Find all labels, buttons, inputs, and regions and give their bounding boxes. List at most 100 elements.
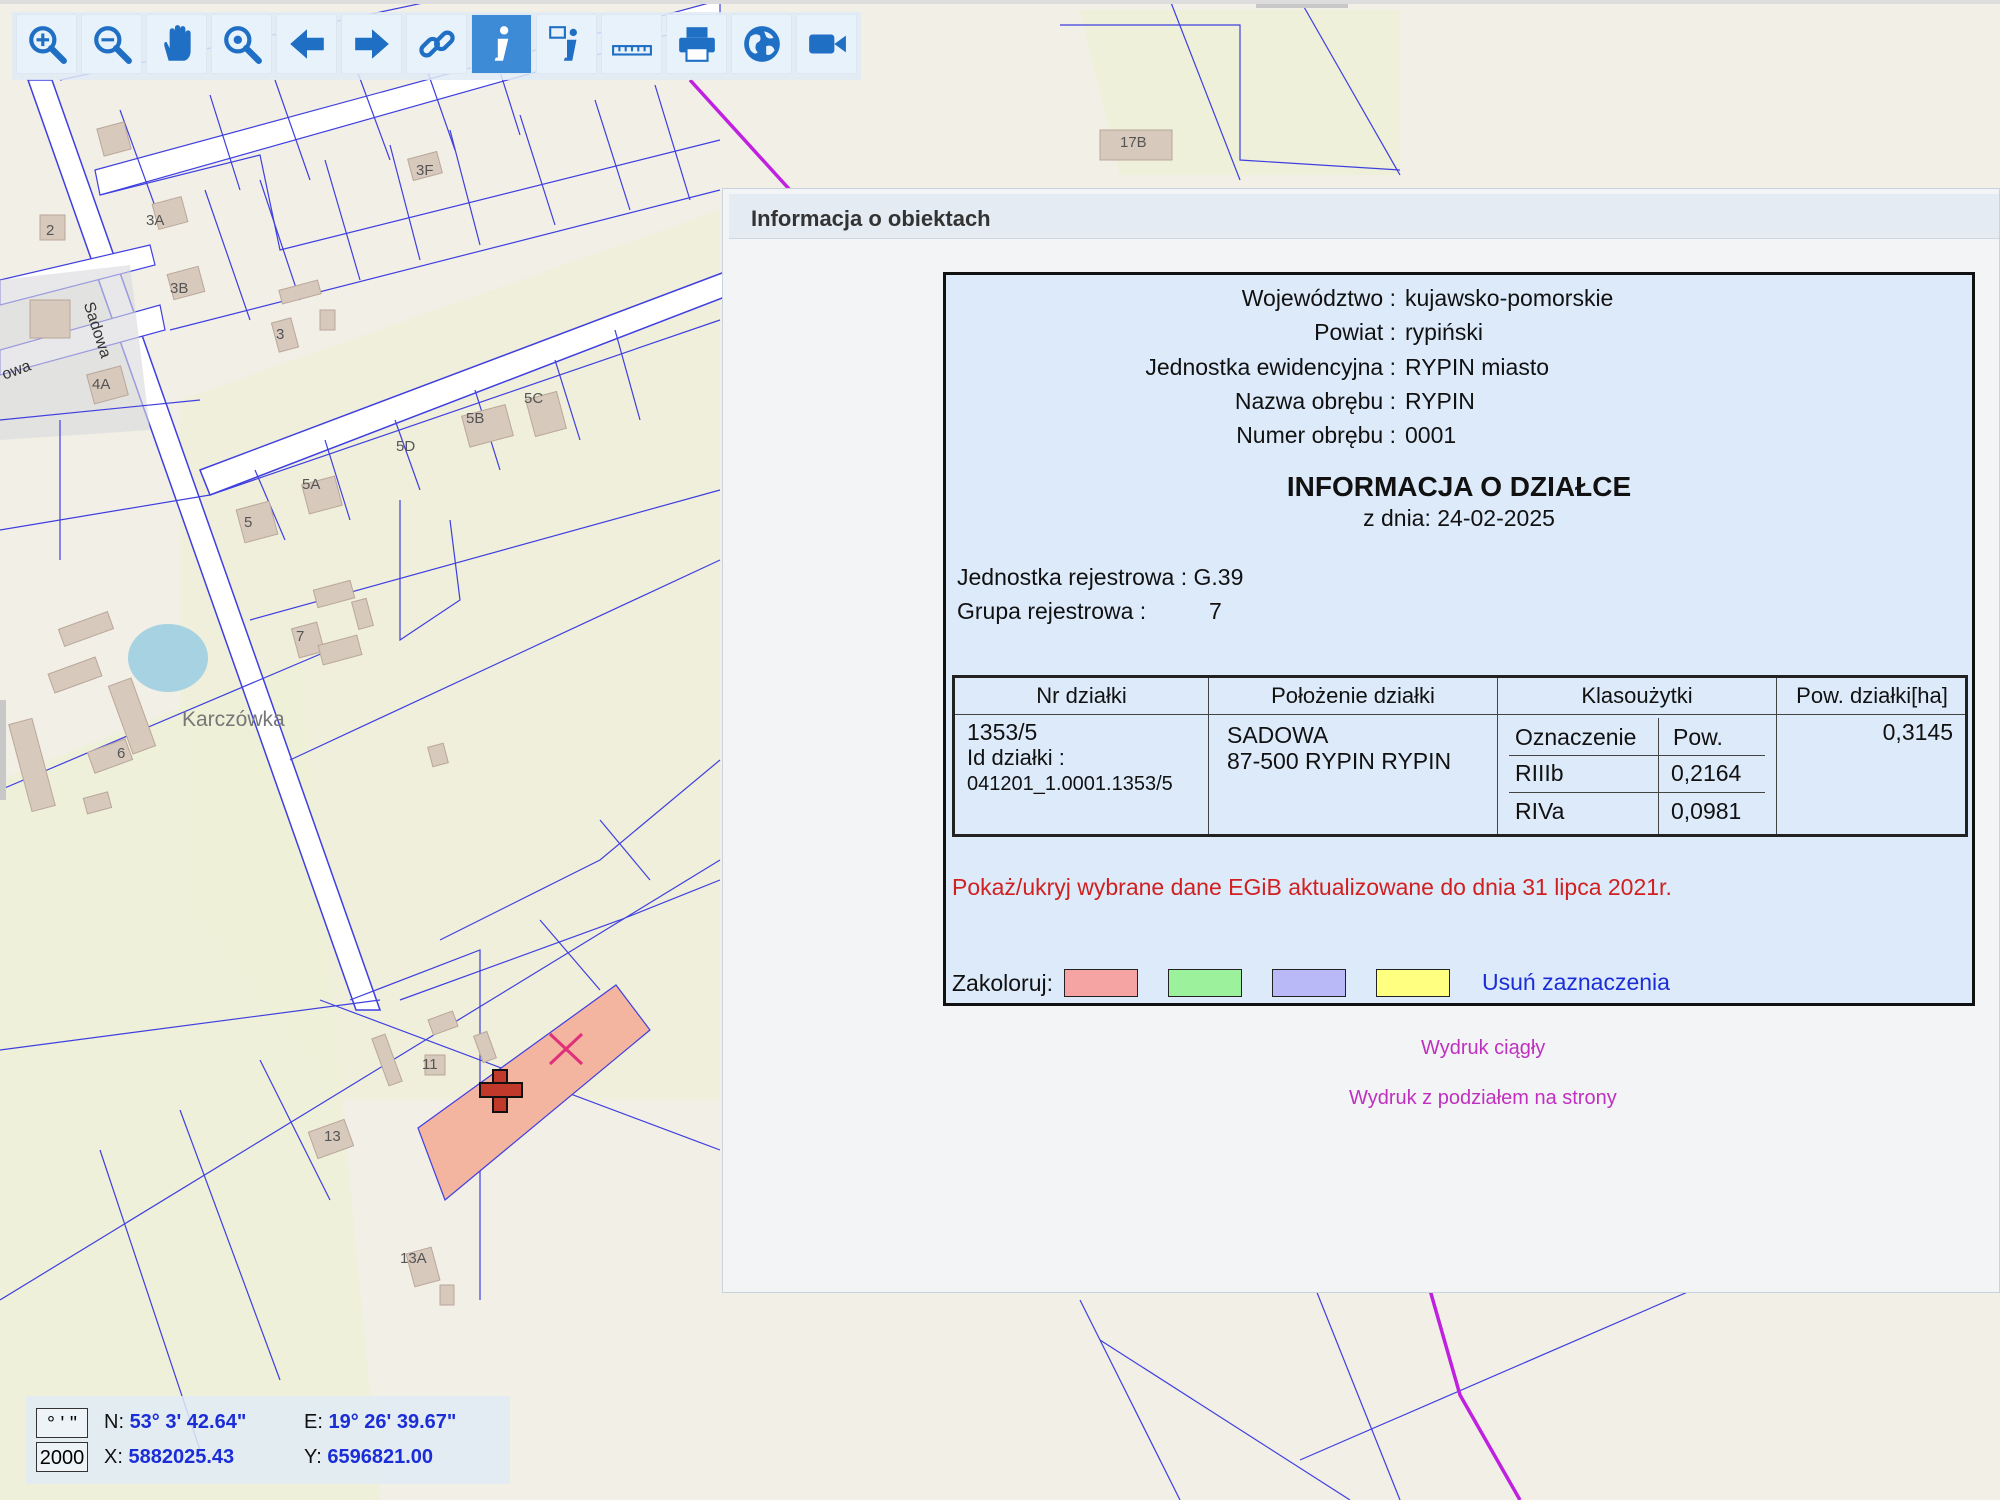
house-number: 3F xyxy=(416,162,434,179)
register-unit-value: G.39 xyxy=(1193,564,1244,590)
location-street: SADOWA xyxy=(1227,722,1329,748)
locality-label: Karczówka xyxy=(182,708,285,731)
admin-label: Numer obrębu : xyxy=(1236,422,1396,448)
color-swatch-yellow[interactable] xyxy=(1376,969,1450,997)
link-button[interactable] xyxy=(406,14,467,74)
coord-y-label: Y: xyxy=(304,1446,322,1468)
pan-hand-icon xyxy=(163,25,191,61)
register-group-value: 7 xyxy=(1209,598,1222,624)
info-icon xyxy=(494,26,508,61)
info-advanced-icon xyxy=(548,26,577,61)
video-icon xyxy=(808,34,846,54)
ruler-icon xyxy=(611,45,652,56)
class-area: 0,0981 xyxy=(1671,798,1742,824)
dms-format-toggle[interactable]: ° ' " xyxy=(36,1408,88,1438)
class-code: RIVa xyxy=(1515,798,1565,824)
admin-label: Nazwa obrębu : xyxy=(1234,388,1396,414)
parcel-id-label: Id działki : xyxy=(967,745,1065,770)
dialog-title: Informacja o obiektach xyxy=(751,206,991,231)
coord-e-label: E: xyxy=(304,1411,323,1433)
admin-value: kujawsko-pomorskie xyxy=(1405,285,1614,311)
dialog-header[interactable]: Informacja o obiektach xyxy=(729,194,1999,239)
parcel-info-date: z dnia: 24-02-2025 xyxy=(1363,505,1555,531)
parcel-info-heading: INFORMACJA O DZIAŁCE xyxy=(1286,471,1632,502)
coord-y: Y: 6596821.00 xyxy=(304,1446,433,1469)
zoom-out-button[interactable] xyxy=(81,14,142,74)
color-swatch-red[interactable] xyxy=(1064,969,1138,997)
parcel-table: Nr działki Położenie działki Klasoużytki… xyxy=(952,675,1968,837)
zoom-in-button[interactable] xyxy=(16,14,77,74)
print-continuous-link[interactable]: Wydruk ciągły xyxy=(1421,1037,1545,1060)
admin-label: Jednostka ewidencyjna : xyxy=(1145,354,1396,380)
house-number: 5A xyxy=(302,476,321,493)
coord-x: X: 5882025.43 xyxy=(104,1446,234,1469)
location-city: 87-500 RYPIN RYPIN xyxy=(1227,748,1452,774)
register-group-label: Grupa rejestrowa : xyxy=(957,598,1147,624)
zoom-in-icon xyxy=(28,26,67,64)
house-number: 7 xyxy=(296,628,305,645)
info-button[interactable] xyxy=(471,14,532,74)
table-header-land-class: Klasoużytki xyxy=(1581,683,1693,708)
house-number: 13 xyxy=(324,1128,341,1145)
clear-selection-link[interactable]: Usuń zaznaczenia xyxy=(1482,969,1670,996)
admin-value: rypiński xyxy=(1405,319,1483,345)
forward-button[interactable] xyxy=(341,14,402,74)
table-header-location: Położenie działki xyxy=(1271,683,1435,708)
coord-y-value: 6596821.00 xyxy=(327,1446,434,1468)
zoom-extent-icon xyxy=(223,26,262,64)
parcel-id-value: 041201_1.0001.1353/5 xyxy=(967,773,1173,795)
toggle-egib-link[interactable]: Pokaż/ukryj wybrane dane EGiB aktualizow… xyxy=(952,874,1672,901)
link-icon xyxy=(418,30,455,58)
class-code: RIIIb xyxy=(1515,760,1564,786)
globe-icon xyxy=(743,26,780,62)
coord-e: E: 19° 26' 39.67" xyxy=(304,1411,456,1434)
table-header-parcel-no: Nr działki xyxy=(1036,683,1127,708)
parcel-number: 1353/5 xyxy=(967,719,1038,745)
house-number: 5 xyxy=(244,514,253,531)
admin-label: Powiat : xyxy=(1314,319,1396,345)
house-number: 4A xyxy=(92,376,111,393)
info-advanced-button[interactable] xyxy=(536,14,597,74)
measure-button[interactable] xyxy=(601,14,662,74)
class-header-area: Pow. xyxy=(1673,724,1723,750)
house-number: 3 xyxy=(276,326,285,343)
parcel-info-card: Województwo : kujawsko-pomorskie Powiat … xyxy=(943,272,1975,1006)
epsg-format-toggle[interactable]: 2000 xyxy=(36,1442,88,1472)
register-group-row: Grupa rejestrowa : 7 xyxy=(957,598,1222,625)
class-header-code: Oznaczenie xyxy=(1515,724,1637,750)
house-number: 2 xyxy=(46,222,55,239)
house-number: 5D xyxy=(396,438,416,455)
admin-value: 0001 xyxy=(1405,422,1457,448)
house-number: 3A xyxy=(146,212,165,229)
video-button[interactable] xyxy=(796,14,857,74)
globe-button[interactable] xyxy=(731,14,792,74)
admin-value: RYPIN miasto xyxy=(1405,354,1550,380)
map-toolbar xyxy=(12,12,861,80)
back-button[interactable] xyxy=(276,14,337,74)
zoom-extent-button[interactable] xyxy=(211,14,272,74)
coord-n-value: 53° 3' 42.64" xyxy=(129,1411,247,1433)
coord-n-label: N: xyxy=(104,1411,124,1433)
print-button[interactable] xyxy=(666,14,727,74)
print-icon xyxy=(678,27,715,62)
house-number: 5C xyxy=(524,390,544,407)
pan-button[interactable] xyxy=(146,14,207,74)
house-number: 6 xyxy=(117,745,126,762)
color-swatch-blue[interactable] xyxy=(1272,969,1346,997)
house-number: 17B xyxy=(1120,134,1147,151)
object-info-dialog: Informacja o obiektach Województwo : kuj… xyxy=(722,188,2000,1293)
house-number: 13A xyxy=(400,1250,427,1267)
table-header-area: Pow. działki[ha] xyxy=(1796,683,1948,708)
zoom-out-icon xyxy=(93,26,132,64)
coord-x-label: X: xyxy=(104,1446,123,1468)
admin-value: RYPIN xyxy=(1405,388,1475,414)
coordinate-panel: ° ' " 2000 N: 53° 3' 42.64" E: 19° 26' 3… xyxy=(26,1396,510,1484)
coord-e-value: 19° 26' 39.67" xyxy=(328,1411,457,1433)
register-unit-label: Jednostka rejestrowa : xyxy=(957,564,1188,590)
house-number: 11 xyxy=(422,1056,438,1073)
print-pages-link[interactable]: Wydruk z podziałem na strony xyxy=(1349,1087,1617,1110)
register-unit-row: Jednostka rejestrowa : G.39 xyxy=(957,564,1243,591)
coord-n: N: 53° 3' 42.64" xyxy=(104,1411,246,1434)
coord-x-value: 5882025.43 xyxy=(128,1446,235,1468)
color-swatch-green[interactable] xyxy=(1168,969,1242,997)
